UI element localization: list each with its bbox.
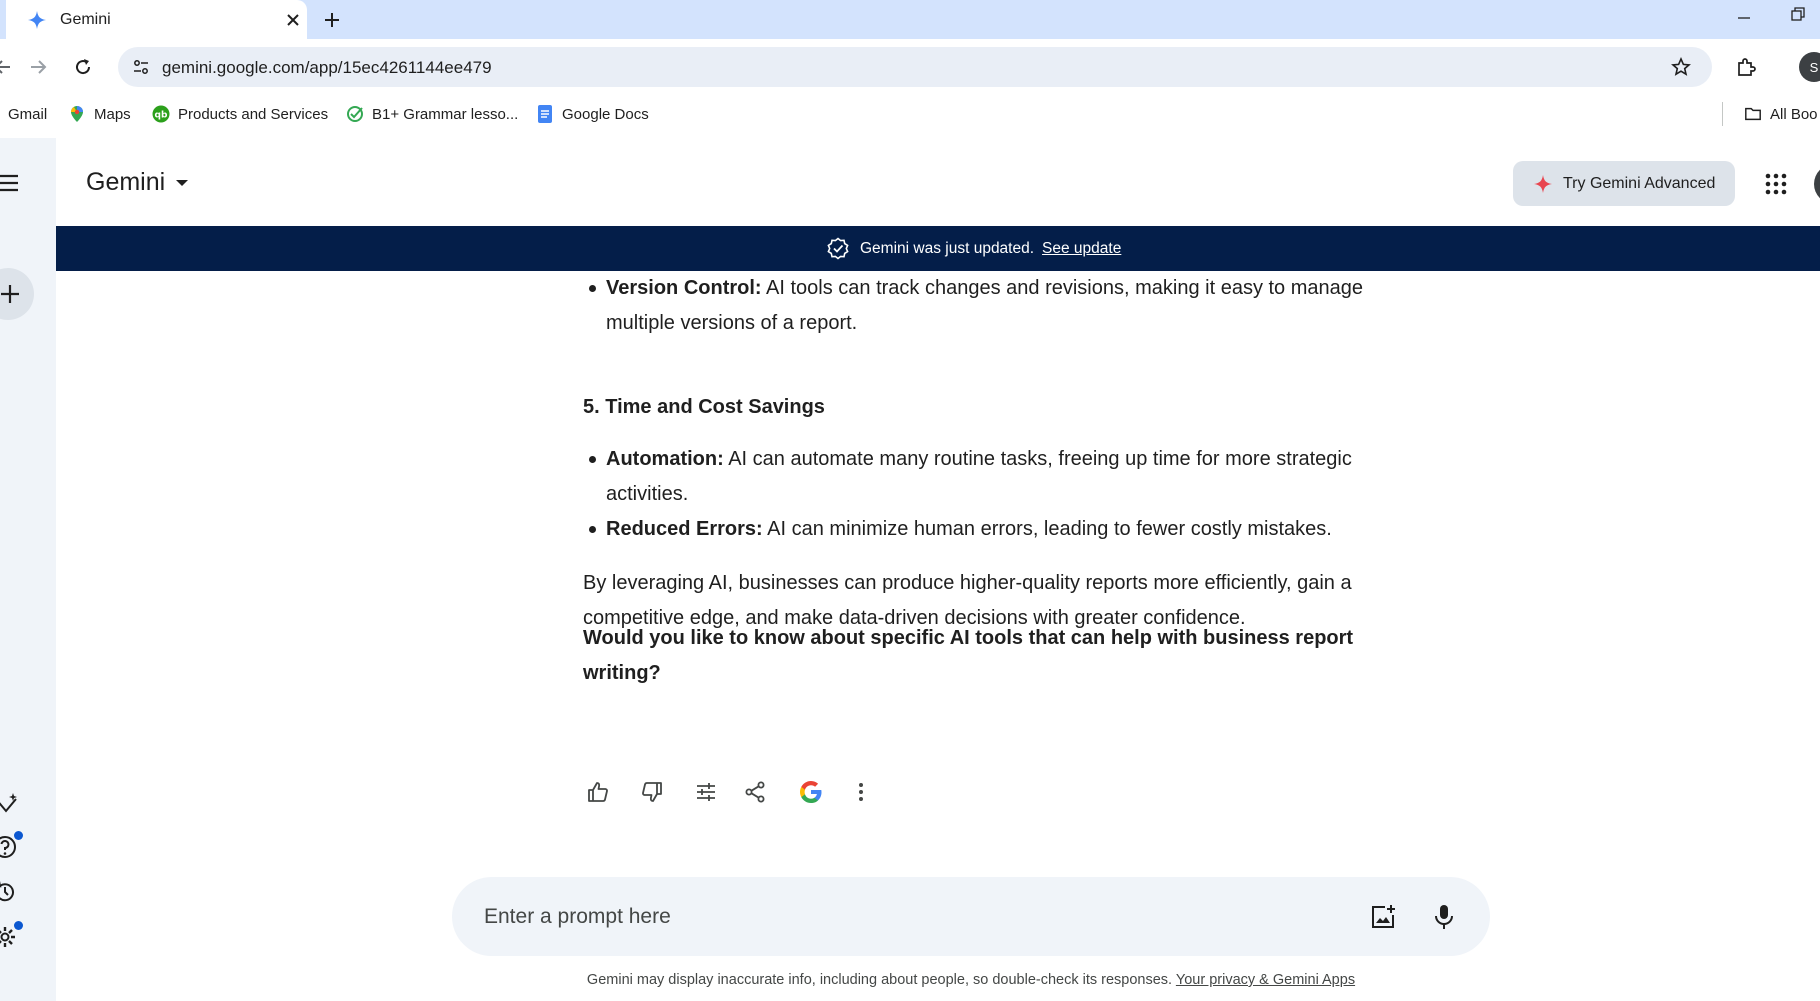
gemini-spark-icon	[26, 9, 48, 31]
browser-toolbar: gemini.google.com/app/15ec4261144ee479 S	[0, 39, 1820, 94]
settings-notification-dot	[14, 921, 23, 930]
bookmark-gmail[interactable]: Gmail	[8, 104, 47, 124]
gemini-spark-icon	[1533, 174, 1553, 194]
folder-icon	[1744, 105, 1762, 123]
prompt-box	[452, 877, 1490, 956]
verified-check-icon	[826, 237, 850, 261]
site-info-icon[interactable]	[130, 56, 152, 78]
try-advanced-label: Try Gemini Advanced	[1563, 174, 1716, 192]
maps-pin-icon	[68, 105, 86, 123]
restore-window-icon[interactable]	[1786, 2, 1810, 26]
google-apps-grid-icon[interactable]	[1762, 170, 1790, 198]
caret-down-icon	[175, 176, 189, 190]
bookmark-label: Maps	[94, 105, 131, 123]
bookmark-label: Google Docs	[562, 105, 649, 123]
bookmark-products-and-services[interactable]: qb Products and Services	[152, 104, 328, 124]
bookmark-google-docs[interactable]: Google Docs	[536, 104, 649, 124]
privacy-link[interactable]: Your privacy & Gemini Apps	[1176, 972, 1355, 988]
plus-icon	[1, 285, 19, 303]
bullet-list: Version Control: AI tools can track chan…	[583, 271, 1363, 341]
google-double-check-icon[interactable]	[796, 777, 826, 807]
disclaimer-text: Gemini may display inaccurate info, incl…	[586, 972, 1173, 988]
model-switcher[interactable]: Gemini	[86, 168, 189, 197]
help-notification-dot	[14, 831, 23, 840]
address-bar[interactable]: gemini.google.com/app/15ec4261144ee479	[118, 47, 1712, 87]
reload-icon[interactable]	[70, 54, 96, 80]
extensions-puzzle-icon[interactable]	[1734, 55, 1758, 79]
activity-history-icon[interactable]	[0, 877, 20, 907]
new-chat-button[interactable]	[0, 268, 34, 320]
bookmark-label: Gmail	[8, 105, 48, 123]
thumbs-up-icon[interactable]	[583, 777, 613, 807]
profile-avatar[interactable]: S	[1799, 52, 1820, 82]
thumbs-down-icon[interactable]	[637, 777, 667, 807]
docs-icon	[536, 105, 554, 123]
svg-text:qb: qb	[155, 111, 168, 121]
bookmark-label: B1+ Grammar lesso...	[372, 105, 519, 123]
back-arrow-icon[interactable]	[0, 54, 16, 80]
list-item: Version Control: AI tools can track chan…	[583, 271, 1363, 341]
account-avatar[interactable]	[1814, 164, 1820, 204]
share-icon[interactable]	[740, 777, 770, 807]
follow-up-question: Would you like to know about specific AI…	[583, 627, 1354, 684]
bookmark-all-bookmarks[interactable]: All Boo	[1744, 104, 1818, 124]
quickbooks-icon: qb	[152, 105, 170, 123]
gem-manager-icon[interactable]	[0, 788, 22, 818]
bullet-term: Reduced Errors:	[606, 518, 763, 540]
update-banner: Gemini was just updated. See update	[56, 226, 1820, 271]
tab-title: Gemini	[60, 10, 111, 28]
new-tab-icon[interactable]	[320, 8, 344, 32]
main-menu-icon[interactable]	[0, 168, 24, 198]
disclaimer: Gemini may display inaccurate info, incl…	[0, 972, 1820, 988]
bookmark-label: All Boo	[1770, 105, 1818, 123]
bullet-list: Automation: AI can automate many routine…	[583, 442, 1363, 547]
bookmarks-divider	[1722, 102, 1723, 126]
browser-tab-strip: Gemini	[0, 0, 1820, 39]
microphone-icon[interactable]	[1426, 899, 1462, 935]
bookmark-star-icon[interactable]	[1670, 56, 1692, 78]
see-update-link[interactable]: See update	[1042, 240, 1121, 258]
more-options-icon[interactable]	[846, 777, 876, 807]
list-item: Reduced Errors: AI can minimize human er…	[583, 512, 1363, 547]
section-heading: 5. Time and Cost Savings	[583, 396, 825, 418]
browser-tab-gemini[interactable]: Gemini	[6, 0, 307, 39]
bookmark-grammar-lesson[interactable]: B1+ Grammar lesso...	[346, 104, 518, 124]
prompt-input[interactable]	[484, 897, 1364, 937]
close-tab-icon[interactable]	[283, 10, 303, 30]
side-rail	[0, 138, 56, 1001]
minimize-window-icon[interactable]	[1732, 6, 1756, 30]
bookmark-label: Products and Services	[178, 105, 329, 123]
list-item: Automation: AI can automate many routine…	[583, 442, 1363, 512]
bullet-term: Automation:	[606, 448, 724, 470]
banner-text: Gemini was just updated.	[860, 240, 1035, 257]
try-gemini-advanced-button[interactable]: Try Gemini Advanced	[1513, 161, 1735, 206]
bookmark-maps[interactable]: Maps	[68, 104, 131, 124]
modify-response-icon[interactable]	[691, 777, 721, 807]
upload-image-icon[interactable]	[1365, 899, 1401, 935]
url-text: gemini.google.com/app/15ec4261144ee479	[162, 58, 492, 77]
forward-arrow-icon[interactable]	[25, 54, 51, 80]
check-circle-icon	[346, 105, 364, 123]
bullet-text: AI can minimize human errors, leading to…	[762, 518, 1332, 540]
app-name: Gemini	[86, 168, 166, 196]
bullet-term: Version Control:	[606, 277, 762, 299]
bookmarks-bar: Gmail Maps qb Products and Services B1+ …	[0, 94, 1820, 134]
